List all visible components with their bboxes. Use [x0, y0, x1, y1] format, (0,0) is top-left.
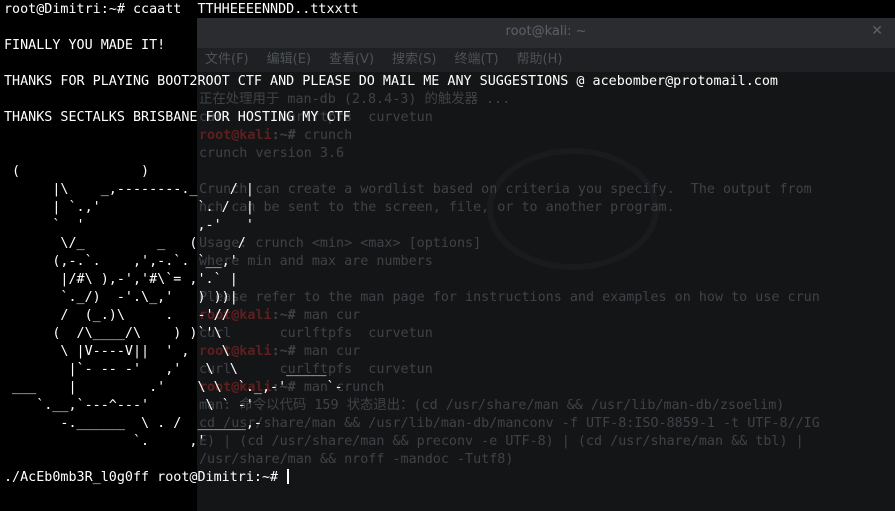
terminal-line-text: / (_.)\ . -'// — [4, 308, 230, 323]
terminal-line-text: | `.,' `. / | — [4, 200, 254, 215]
terminal-line: `.__,`---^---' \ ` -' — [4, 397, 778, 415]
terminal-line: \/_ _ ( / — [4, 235, 778, 253]
terminal-line: \ |V----V|| ' , \ — [4, 343, 778, 361]
terminal-line-text: \/_ _ ( / — [4, 236, 246, 251]
terminal-line-text: ` ' ,-' ' — [4, 218, 254, 233]
terminal-line-text: `._/) -'.\_,' ) ))| — [4, 290, 238, 305]
terminal-line-text: |\ _,--------._ / | — [4, 182, 254, 197]
terminal-line: `. ,' — [4, 433, 778, 451]
desktop-screen: root@kali: ~ ✕ 文件(F) 编辑(E) 查看(V) 搜索(S) 终… — [0, 0, 895, 511]
terminal-line: ( /\____/\ ) )`'\ — [4, 325, 778, 343]
terminal-line: | `.,' `. / | — [4, 199, 778, 217]
terminal-line: ` ' ,-' ' — [4, 217, 778, 235]
terminal-line-text: THANKS FOR PLAYING BOOT2ROOT CTF AND PLE… — [4, 74, 778, 89]
terminal-line-text: ( /\____/\ ) )`'\ — [4, 326, 222, 341]
terminal-line-text: \ |V----V|| ' , \ — [4, 344, 230, 359]
terminal-line-text: ( ) — [4, 164, 150, 179]
terminal-line-text: `. ,' — [4, 434, 206, 449]
terminal-line: FINALLY YOU MADE IT! — [4, 37, 778, 55]
terminal-line-text: ./AcEb0mb3R_l0g0ff root@Dimitri:~# — [4, 470, 287, 485]
terminal-line: / (_.)\ . -'// — [4, 307, 778, 325]
terminal-line-text: ___ | .' \ \ `._,-' `- — [4, 380, 343, 395]
terminal-line: |`- -- -' ,' \ \ _____ — [4, 361, 778, 379]
terminal-line: |\ _,--------._ / | — [4, 181, 778, 199]
terminal-line: root@Dimitri:~# ccaatt TTHHEEEENNDD..ttx… — [4, 1, 778, 19]
terminal-line-text: -.______ \ . / ______,- — [4, 416, 262, 431]
terminal-line-text: |/#\ ),-','#\`= ,'.` | — [4, 272, 238, 287]
terminal-line-text: `.__,`---^---' \ ` -' — [4, 398, 254, 413]
foreground-terminal-output[interactable]: root@Dimitri:~# ccaatt TTHHEEEENNDD..ttx… — [4, 1, 778, 487]
terminal-line: ./AcEb0mb3R_l0g0ff root@Dimitri:~# — [4, 469, 778, 487]
terminal-line: |/#\ ),-','#\`= ,'.` | — [4, 271, 778, 289]
terminal-line: (,-.`. ,',-.`. `__,' — [4, 253, 778, 271]
terminal-line-text: |`- -- -' ,' \ \ _____ — [4, 362, 327, 377]
terminal-line: `._/) -'.\_,' ) ))| — [4, 289, 778, 307]
text-cursor — [287, 469, 290, 484]
terminal-line-text: (,-.`. ,',-.`. `__,' — [4, 254, 238, 269]
terminal-line-text: THANKS SECTALKS BRISBANE FOR HOSTING MY … — [4, 110, 351, 125]
terminal-line: THANKS FOR PLAYING BOOT2ROOT CTF AND PLE… — [4, 73, 778, 91]
close-icon[interactable]: ✕ — [871, 23, 883, 39]
terminal-line-text: FINALLY YOU MADE IT! — [4, 38, 166, 53]
terminal-line-text: root@Dimitri:~# ccaatt TTHHEEEENNDD..ttx… — [4, 2, 359, 17]
terminal-line: THANKS SECTALKS BRISBANE FOR HOSTING MY … — [4, 109, 778, 127]
terminal-line: ( ) — [4, 163, 778, 181]
terminal-line: -.______ \ . / ______,- — [4, 415, 778, 433]
terminal-line: ___ | .' \ \ `._,-' `- — [4, 379, 778, 397]
